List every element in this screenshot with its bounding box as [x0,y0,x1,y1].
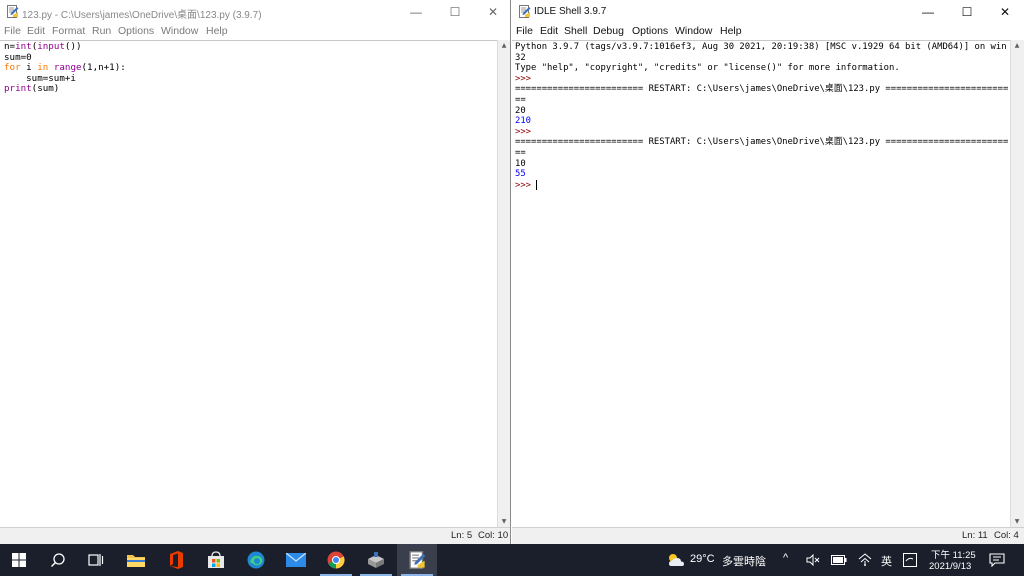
shell-transcript: Python 3.9.7 (tags/v3.9.7:1016ef3, Aug 3… [515,42,1008,191]
source-code: n=int(input()) sum=0 for i in range(1,n+… [4,41,126,95]
office-button[interactable] [156,544,196,576]
line-indicator: Ln: 5 [451,530,473,541]
idle-taskbar-button[interactable] [397,544,437,576]
mail-icon [286,553,306,567]
task-view-icon [88,554,104,566]
notification-center-icon[interactable] [989,553,1005,567]
input-method-indicator[interactable]: 英 [881,553,892,569]
shell-prompt: >>> [515,73,532,84]
menu-debug[interactable]: Debug [593,25,624,37]
editor-menubar: File Edit Format Run Options Window Help [0,25,510,39]
volume-muted-icon[interactable] [806,554,820,566]
menu-options[interactable]: Options [632,25,668,37]
menu-file[interactable]: File [4,25,21,37]
restart-separator: ======================== RESTART: C:\Use… [515,137,1009,148]
idle-python-icon [7,5,19,18]
shell-statusbar: Ln: 11 Col: 4 [512,527,1024,544]
idle-python-icon [519,5,531,18]
search-button[interactable] [38,544,78,576]
user-input: 20 [515,105,526,116]
menu-format[interactable]: Format [52,25,85,37]
chrome-button[interactable] [316,544,356,576]
weather-description: 多雲時陰 [722,556,766,568]
minimize-button[interactable]: — [397,0,435,24]
start-button[interactable] [0,544,40,576]
battery-icon[interactable] [831,555,847,565]
user-input: 10 [515,158,526,169]
store-icon [208,551,224,568]
text-cursor [536,179,538,190]
taskbar: 29°C 多雲時陰 ^ 英 下午 11:25 2021/9/13 [0,544,1024,576]
clock-time[interactable]: 下午 11:25 [931,547,976,561]
menu-shell[interactable]: Shell [564,25,587,37]
edge-icon [247,551,265,569]
code-editor[interactable]: n=int(input()) sum=0 for i in range(1,n+… [0,40,497,528]
restart-separator: ======================== RESTART: C:\Use… [515,84,1009,95]
menu-window[interactable]: Window [161,25,198,37]
folder-icon [127,555,145,567]
minimize-button[interactable]: — [909,0,947,24]
python-launcher-button[interactable] [356,544,396,576]
menu-edit[interactable]: Edit [540,25,558,37]
python-banner: Python 3.9.7 (tags/v3.9.7:1016ef3, Aug 3… [515,42,1007,52]
partly-cloudy-icon [669,554,684,566]
shell-scrollbar[interactable]: ▲ ▼ [1010,40,1024,528]
col-indicator: Col: 10 [478,530,509,541]
program-output: 210 [515,116,532,127]
menu-run[interactable]: Run [92,25,111,37]
ime-pad-icon[interactable] [903,553,917,567]
program-output: 55 [515,169,526,180]
task-view-button[interactable] [76,544,116,576]
search-icon [50,553,65,568]
menu-window[interactable]: Window [675,25,712,37]
shell-output-area[interactable]: Python 3.9.7 (tags/v3.9.7:1016ef3, Aug 3… [512,40,1010,528]
editor-window-title: 123.py - C:\Users\james\OneDrive\桌面\123.… [22,10,262,21]
help-hint: Type "help", "copyright", "credits" or "… [515,63,900,74]
edge-button[interactable] [236,544,276,576]
mail-button[interactable] [276,544,316,576]
shell-prompt: >>> [515,180,532,191]
python-setup-icon [368,552,384,568]
shell-menubar: File Edit Shell Debug Options Window Hel… [512,25,1024,39]
python-banner-wrap: 32 [515,52,526,63]
menu-help[interactable]: Help [720,25,742,37]
office-icon [170,551,183,569]
restart-separator-wrap: == [515,94,526,105]
maximize-button[interactable]: ☐ [948,0,986,24]
weather-temperature: 29°C [690,553,715,565]
weather-widget[interactable]: 29°C 多雲時陰 [664,544,774,576]
chrome-icon [327,551,345,569]
idle-python-icon [409,551,426,569]
editor-scrollbar[interactable]: ▲ ▼ [497,40,510,528]
scroll-up-icon[interactable]: ▲ [1011,40,1023,52]
scroll-up-icon[interactable]: ▲ [498,40,510,52]
restart-separator-wrap: == [515,147,526,158]
menu-help[interactable]: Help [206,25,228,37]
menu-edit[interactable]: Edit [27,25,45,37]
menu-file[interactable]: File [516,25,533,37]
clock-date[interactable]: 2021/9/13 [929,561,971,572]
line-indicator: Ln: 11 [962,530,988,541]
editor-window: 123.py - C:\Users\james\OneDrive\桌面\123.… [0,0,511,544]
shell-titlebar[interactable]: IDLE Shell 3.9.7 — ☐ ✕ [512,0,1024,24]
network-icon[interactable] [857,553,873,567]
shell-prompt: >>> [515,126,532,137]
shell-window: IDLE Shell 3.9.7 — ☐ ✕ File Edit Shell D… [512,0,1024,544]
close-button[interactable]: ✕ [474,0,510,24]
editor-statusbar: Ln: 5 Col: 10 [0,527,510,544]
menu-options[interactable]: Options [118,25,154,37]
store-button[interactable] [196,544,236,576]
close-button[interactable]: ✕ [986,0,1024,24]
file-explorer-button[interactable] [116,544,156,576]
show-hidden-icons-icon[interactable]: ^ [783,552,788,564]
shell-window-title: IDLE Shell 3.9.7 [534,6,607,17]
windows-start-icon [12,553,26,567]
editor-titlebar[interactable]: 123.py - C:\Users\james\OneDrive\桌面\123.… [0,0,510,24]
col-indicator: Col: 4 [994,530,1019,541]
maximize-button[interactable]: ☐ [436,0,474,24]
